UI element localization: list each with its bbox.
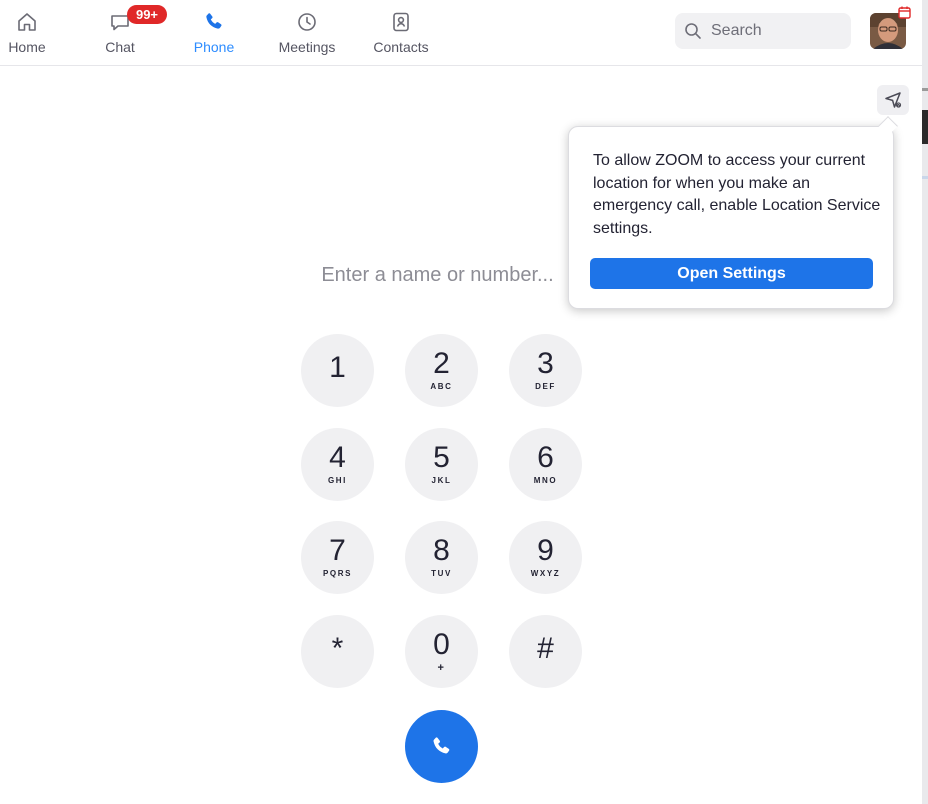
key-digit: 6 [537, 441, 554, 474]
call-button[interactable] [405, 710, 478, 783]
window-edge [922, 0, 928, 804]
nav-tab-meetings[interactable]: Meetings [267, 0, 347, 66]
keypad-key-4[interactable]: 4 GHI [301, 428, 374, 501]
home-icon [18, 13, 36, 31]
keypad-key-star[interactable]: * [301, 615, 374, 688]
phone-icon [206, 13, 222, 29]
key-letters: GHI [327, 476, 348, 485]
key-digit: * [331, 632, 344, 665]
key-digit: 3 [537, 347, 554, 380]
key-digit: 7 [329, 534, 346, 567]
location-button[interactable]: ? [877, 85, 909, 115]
keypad-key-6[interactable]: 6 MNO [509, 428, 582, 501]
popover-message: To allow ZOOM to access your current loc… [593, 152, 881, 237]
key-digit: 9 [537, 534, 554, 567]
contact-card-icon [393, 12, 409, 32]
unread-count-badge: 99+ [127, 5, 167, 24]
top-navigation-bar: Home 99+ Chat Phone Meetings Contacts Se… [0, 0, 922, 66]
key-digit: 4 [329, 441, 346, 474]
key-digit: 2 [433, 347, 450, 380]
keypad-key-hash[interactable]: # [509, 615, 582, 688]
location-arrow-icon: ? [885, 92, 902, 108]
key-digit: 1 [329, 351, 346, 384]
key-letters: + [437, 662, 446, 674]
key-letters: ABC [430, 382, 453, 391]
nav-tab-label: Contacts [373, 39, 429, 55]
key-digit: 0 [433, 628, 450, 661]
search-box[interactable] [675, 13, 851, 49]
key-letters: TUV [431, 569, 452, 578]
keypad-key-3[interactable]: 3 DEF [509, 334, 582, 407]
search-input[interactable] [711, 13, 847, 49]
calendar-icon [898, 6, 911, 19]
keypad-key-2[interactable]: 2 ABC [405, 334, 478, 407]
search-icon [685, 23, 701, 39]
key-letters: JKL [431, 476, 452, 485]
nav-tab-label: Chat [105, 39, 135, 55]
keypad-key-0[interactable]: 0 + [405, 615, 478, 688]
zoom-app-window: Home 99+ Chat Phone Meetings Contacts Se… [0, 0, 928, 804]
nav-tab-label: Meetings [278, 39, 336, 55]
keypad-key-5[interactable]: 5 JKL [405, 428, 478, 501]
nav-tab-contacts[interactable]: Contacts [361, 0, 441, 66]
location-permission-popover: To allow ZOOM to access your current loc… [568, 116, 898, 309]
keypad-key-1[interactable]: 1 [301, 334, 374, 407]
key-letters: MNO [533, 476, 558, 485]
popover-arrow [878, 116, 898, 136]
open-settings-button[interactable]: Open Settings [590, 258, 873, 289]
key-letters: DEF [535, 382, 556, 391]
key-digit: 5 [433, 441, 450, 474]
clock-icon [298, 13, 316, 31]
nav-tab-label: Home [8, 39, 46, 55]
key-digit: # [537, 632, 554, 665]
key-letters: WXYZ [530, 569, 561, 578]
nav-tab-home[interactable]: Home [0, 0, 67, 66]
key-digit: 8 [433, 534, 450, 567]
dial-number-input[interactable] [300, 258, 575, 292]
keypad-key-9[interactable]: 9 WXYZ [509, 521, 582, 594]
keypad-key-8[interactable]: 8 TUV [405, 521, 478, 594]
nav-tab-label: Phone [193, 39, 235, 55]
nav-tab-phone[interactable]: Phone [174, 0, 254, 66]
phone-icon [433, 737, 450, 754]
key-letters: PQRS [322, 569, 353, 578]
nav-tab-chat[interactable]: 99+ Chat [80, 0, 167, 66]
keypad-key-7[interactable]: 7 PQRS [301, 521, 374, 594]
